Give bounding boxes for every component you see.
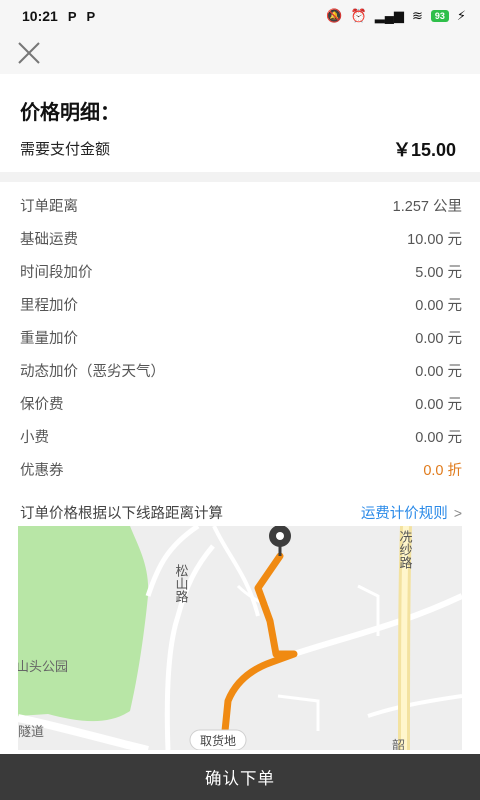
close-icon[interactable] <box>16 40 42 66</box>
top-bar <box>0 32 480 74</box>
detail-label: 里程加价 <box>20 298 78 314</box>
park-area <box>18 526 149 722</box>
detail-label: 小费 <box>20 430 49 446</box>
route-map[interactable]: 松山路 冼纱路 山头公园 隧道 韶 取货地 <box>18 526 462 750</box>
detail-row-coupon: 优惠券 0.0 折 <box>20 453 462 486</box>
detail-row-insurance: 保价费 0.00 元 <box>20 387 462 420</box>
road-label-songshan: 松山路 <box>173 564 189 603</box>
detail-label: 基础运费 <box>20 232 78 248</box>
signal-icon: ▂▄▆ <box>374 8 404 23</box>
detail-label: 保价费 <box>20 397 64 413</box>
pay-amount-value: ￥15.00 <box>392 140 456 160</box>
detail-row-dynamic-surcharge: 动态加价（恶劣天气） 0.00 元 <box>20 354 462 387</box>
detail-label: 优惠券 <box>20 463 64 479</box>
detail-row-distance: 订单距离 1.257 公里 <box>20 189 462 222</box>
road-label-xiansha: 冼纱路 <box>397 530 413 569</box>
confirm-order-button[interactable]: 确认下单 <box>0 754 480 800</box>
route-note-text: 订单价格根据以下线路距离计算 <box>20 506 223 522</box>
pay-amount-label: 需要支付金额 <box>20 141 111 158</box>
charging-icon: ⚡ <box>456 8 466 23</box>
detail-value: 10.00 元 <box>407 232 462 248</box>
detail-row-tip: 小费 0.00 元 <box>20 420 462 453</box>
detail-row-base-fee: 基础运费 10.00 元 <box>20 222 462 255</box>
status-icons: 🔕 ⏰ ▂▄▆ ≋ 93 ⚡ <box>326 8 466 24</box>
detail-value: 0.00 元 <box>415 397 462 413</box>
alarm-icon: ⏰ <box>350 8 367 23</box>
detail-value: 0.00 元 <box>415 430 462 446</box>
mute-icon: 🔕 <box>326 8 343 23</box>
detail-value: 0.0 折 <box>423 463 462 479</box>
detail-row-mileage-surcharge: 里程加价 0.00 元 <box>20 288 462 321</box>
detail-label: 时间段加价 <box>20 265 93 281</box>
app-notification-icon: P <box>67 8 77 24</box>
detail-label: 重量加价 <box>20 331 78 347</box>
price-summary: 价格明细： 需要支付金额 ￥15.00 <box>0 74 480 172</box>
status-bar: 10:21 P P 🔕 ⏰ ▂▄▆ ≋ 93 ⚡ <box>0 0 480 32</box>
price-details: 订单距离 1.257 公里 基础运费 10.00 元 时间段加价 5.00 元 … <box>0 182 480 754</box>
pricing-rules-link[interactable]: 运费计价规则 > <box>361 502 462 523</box>
map-label-tunnel: 隧道 <box>18 724 44 740</box>
detail-row-weight-surcharge: 重量加价 0.00 元 <box>20 321 462 354</box>
pickup-label: 取货地 <box>200 733 236 748</box>
page-title: 价格明细： <box>20 102 120 124</box>
wifi-icon: ≋ <box>411 8 423 23</box>
pricing-rules-label: 运费计价规则 <box>360 506 448 522</box>
detail-label: 动态加价（恶劣天气） <box>20 364 165 380</box>
route-note: 订单价格根据以下线路距离计算 运费计价规则 > <box>20 502 462 523</box>
detail-value: 1.257 公里 <box>392 199 462 215</box>
chevron-right-icon: > <box>453 504 462 521</box>
map-label-cut: 韶 <box>392 738 405 750</box>
detail-value: 0.00 元 <box>415 298 462 314</box>
status-time: 10:21 <box>22 8 58 24</box>
detail-row-time-surcharge: 时间段加价 5.00 元 <box>20 255 462 288</box>
detail-label: 订单距离 <box>20 199 78 215</box>
battery-icon: 93 <box>430 10 449 22</box>
detail-value: 5.00 元 <box>415 265 462 281</box>
detail-value: 0.00 元 <box>415 364 462 380</box>
map-label-park: 山头公园 <box>18 660 68 675</box>
detail-value: 0.00 元 <box>415 331 462 347</box>
app-notification-icon: P <box>86 8 96 24</box>
